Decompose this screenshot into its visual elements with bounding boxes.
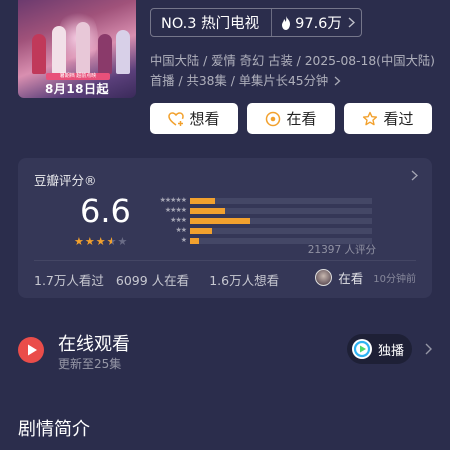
meta-info: 中国大陆 / 爱情 奇幻 古装 / 2025-08-18(中国大陆) 首播 / … [150, 54, 435, 88]
eye-circle-icon [266, 111, 281, 126]
want-label: 想看 [189, 110, 220, 128]
online-subtitle: 更新至25集 [58, 357, 122, 371]
distribution-row: ★★ [146, 226, 372, 235]
stat-want: 1.6万人想看 [209, 273, 280, 288]
star-level-label: ★★★★ [164, 206, 187, 214]
friend-action: 在看 [338, 271, 364, 286]
star-icon [363, 111, 378, 125]
friend-time: 10分钟前 [373, 274, 416, 285]
rating-title: 豆瓣评分® [34, 173, 97, 188]
stat-watched: 1.7万人看过 [34, 273, 104, 288]
rating-stars: ★ ★ ★ ★ ★ [74, 236, 127, 247]
poster-figure [116, 30, 130, 74]
synopsis-title: 剧情简介 [18, 419, 90, 440]
distribution-row: ★★★★★ [146, 196, 372, 205]
friend-activity[interactable]: 在看 10分钟前 [315, 268, 416, 287]
show-meta[interactable]: 中国大陆 / 爱情 奇幻 古装 / 2025-08-18(中国大陆) 首播 / … [150, 51, 440, 91]
flame-icon [282, 15, 291, 30]
distribution-track [190, 217, 372, 224]
poster-badge: 暑期档 超前点映 [46, 73, 110, 80]
chevron-right-icon [348, 17, 355, 28]
stat-watching: 6099 人在看 [115, 273, 190, 288]
exclusive-label: 独播 [378, 343, 405, 359]
chevron-right-icon [425, 343, 432, 355]
star-icon: ★ [74, 235, 84, 248]
rank-badge[interactable]: NO.3 热门电视 97.6万 [150, 8, 362, 37]
poster-figure [32, 34, 46, 74]
rating-score: 6.6 [80, 192, 131, 230]
divider [34, 260, 416, 261]
star-level-label: ★ [180, 236, 187, 244]
watched-button[interactable]: 看过 [344, 103, 432, 134]
star-icon: ★ [106, 235, 117, 248]
want-button[interactable]: 想看 [150, 103, 238, 134]
distribution-track [190, 207, 372, 214]
star-level-label: ★★★★★ [159, 196, 187, 204]
poster-figure [52, 26, 66, 74]
star-level-label: ★★ [175, 226, 187, 234]
poster-date: 8月18日起 [44, 82, 110, 96]
action-buttons: 想看 在看 看过 [150, 103, 432, 134]
chevron-right-icon [411, 170, 418, 181]
rating-votes: 21397 人评分 [307, 244, 376, 256]
distribution-track [190, 197, 372, 204]
poster-figure [76, 22, 90, 74]
douban-rating-card[interactable]: 豆瓣评分® 6.6 ★ ★ ★ ★ ★ ★★★★★ ★★★★ ★★★ ★★ ★ 21397 人评… [18, 158, 432, 298]
distribution-bar [190, 207, 225, 214]
exclusive-platform-button[interactable]: 独播 [347, 334, 412, 364]
audience-stats: 1.7万人看过 6099 人在看 1.6万人想看 [34, 270, 279, 289]
online-title: 在线观看 [58, 334, 130, 355]
poster-image[interactable]: 暑期档 超前点映 8月18日起 [18, 0, 136, 98]
heat-value: 97.6万 [295, 16, 342, 32]
chevron-right-icon [334, 76, 341, 86]
play-icon [18, 337, 44, 363]
avatar [315, 269, 333, 286]
online-watch-row[interactable]: 在线观看 更新至25集 独播 [18, 330, 432, 372]
distribution-bar [190, 237, 200, 244]
watching-button[interactable]: 在看 [247, 103, 335, 134]
rank-label: NO.3 热门电视 [151, 9, 273, 36]
distribution-bar [190, 227, 212, 234]
watched-label: 看过 [383, 110, 414, 128]
distribution-row: ★★★★ [146, 206, 372, 215]
star-icon: ★ [117, 235, 128, 248]
distribution-track [190, 227, 372, 234]
watching-label: 在看 [286, 110, 317, 128]
distribution-row: ★★★ [146, 216, 372, 225]
heat-indicator: 97.6万 [272, 12, 342, 33]
heart-plus-icon [168, 111, 185, 126]
poster-figure [98, 34, 112, 74]
star-icon: ★ [95, 235, 106, 248]
star-level-label: ★★★ [170, 216, 187, 224]
youku-logo-icon [352, 339, 372, 359]
distribution-bar [190, 217, 251, 224]
distribution-bar [190, 197, 216, 204]
star-icon: ★ [84, 235, 95, 248]
